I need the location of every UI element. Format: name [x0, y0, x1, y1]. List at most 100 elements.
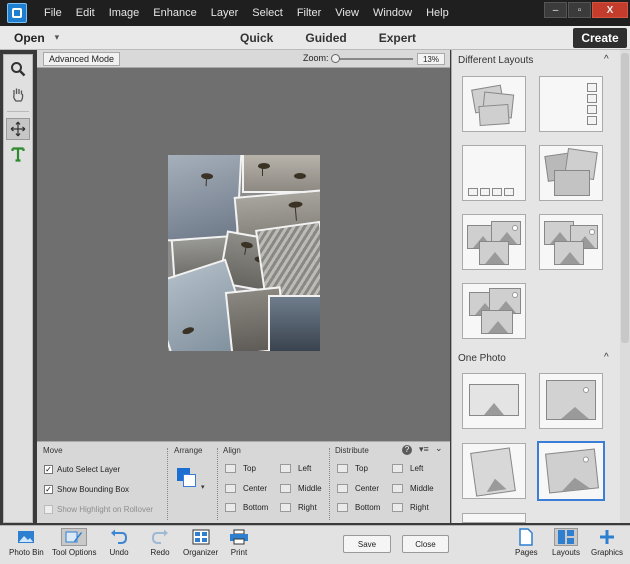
chevron-down-icon[interactable]: ▾ [201, 483, 205, 491]
checkbox-checked-icon[interactable]: ✓ [44, 485, 53, 494]
distribute-top-button[interactable]: Top [337, 464, 368, 473]
layouts-panel: Different Layouts ^ One Photo ^ [451, 50, 630, 523]
create-button[interactable]: Create [573, 28, 627, 48]
layout-thumb-1[interactable] [462, 76, 526, 132]
layout-thumb-2[interactable] [539, 76, 603, 132]
maximize-button[interactable]: ▫ [568, 2, 591, 18]
layout-thumb-3[interactable] [462, 145, 526, 201]
one-photo-thumb-3[interactable] [462, 443, 526, 499]
undo-button[interactable]: Undo [109, 528, 129, 557]
one-photo-thumb-4-selected[interactable] [537, 441, 605, 501]
panel-scrollbar-thumb[interactable] [621, 53, 629, 343]
arrange-layers-icon[interactable] [177, 468, 197, 488]
type-tool-icon[interactable] [6, 143, 30, 165]
distribute-section-title: Distribute [335, 446, 369, 455]
save-button[interactable]: Save [343, 535, 391, 553]
tab-quick[interactable]: Quick [240, 31, 273, 45]
distribute-left-button[interactable]: Left [392, 464, 423, 473]
window-controls: – ▫ X [544, 2, 628, 18]
distribute-left-label: Left [410, 464, 424, 473]
open-button[interactable]: Open [14, 31, 45, 45]
menu-file[interactable]: File [37, 7, 69, 19]
layout-thumb-6[interactable] [539, 214, 603, 270]
layout-thumb-5[interactable] [462, 214, 526, 270]
move-tool-icon[interactable] [6, 118, 30, 140]
distribute-center-button[interactable]: Center [337, 484, 379, 493]
menu-help[interactable]: Help [419, 7, 456, 19]
tools-panel [3, 54, 33, 523]
distribute-middle-icon [392, 484, 403, 493]
menu-enhance[interactable]: Enhance [146, 7, 203, 19]
show-bounding-box-checkbox[interactable]: ✓ Show Bounding Box [44, 485, 129, 494]
organizer-button[interactable]: Organizer [183, 528, 218, 557]
photo-bin-button[interactable]: Photo Bin [9, 528, 44, 557]
checkbox-checked-icon[interactable]: ✓ [44, 465, 53, 474]
pages-button[interactable]: Pages [515, 528, 538, 557]
zoom-slider[interactable] [335, 58, 413, 60]
collage-photo-9[interactable] [268, 295, 320, 351]
distribute-middle-label: Middle [410, 484, 434, 493]
align-center-button[interactable]: Center [225, 484, 267, 493]
distribute-middle-button[interactable]: Middle [392, 484, 434, 493]
align-middle-button[interactable]: Middle [280, 484, 322, 493]
menu-select[interactable]: Select [245, 7, 290, 19]
close-window-button[interactable]: X [592, 2, 628, 18]
distribute-left-icon [392, 464, 403, 473]
zoom-value-field[interactable]: 13% [417, 53, 445, 65]
menu-image[interactable]: Image [102, 7, 147, 19]
print-button[interactable]: Print [229, 528, 249, 557]
help-icon[interactable]: ? [402, 445, 412, 455]
menu-bar: File Edit Image Enhance Layer Select Fil… [0, 0, 630, 26]
distribute-bottom-button[interactable]: Bottom [337, 503, 380, 512]
auto-select-layer-checkbox[interactable]: ✓ Auto Select Layer [44, 465, 120, 474]
tab-expert[interactable]: Expert [379, 31, 416, 45]
hand-tool-icon[interactable] [6, 83, 30, 105]
menu-view[interactable]: View [328, 7, 366, 19]
move-section-title: Move [43, 446, 63, 455]
close-button[interactable]: Close [402, 535, 449, 553]
chevron-up-icon[interactable]: ^ [604, 54, 609, 65]
panel-menu-icon[interactable]: ▾≡ [419, 444, 429, 455]
tab-guided[interactable]: Guided [305, 31, 346, 45]
options-divider [217, 448, 218, 520]
menu-filter[interactable]: Filter [290, 7, 328, 19]
advanced-mode-button[interactable]: Advanced Mode [43, 51, 121, 66]
arrange-section-title: Arrange [174, 446, 203, 455]
distribute-top-label: Top [355, 464, 368, 473]
undo-label: Undo [109, 548, 129, 557]
organizer-icon [191, 528, 211, 546]
chevron-up-icon[interactable]: ^ [604, 352, 609, 363]
layout-thumb-4[interactable] [539, 145, 603, 201]
collage-photo-2[interactable] [242, 155, 320, 193]
align-bottom-button[interactable]: Bottom [225, 503, 268, 512]
chevron-down-icon[interactable]: ⌄ [435, 443, 443, 454]
distribute-right-button[interactable]: Right [392, 503, 429, 512]
layouts-button[interactable]: Layouts [552, 528, 580, 557]
graphics-button[interactable]: Graphics [591, 528, 623, 557]
layouts-label: Layouts [552, 548, 581, 557]
canvas-scrollbar[interactable] [438, 68, 450, 441]
photo-bin-label: Photo Bin [9, 548, 44, 557]
photo-collage-document[interactable] [168, 155, 320, 351]
minimize-button[interactable]: – [544, 2, 567, 18]
align-left-label: Left [298, 464, 312, 473]
zoom-slider-thumb[interactable] [331, 54, 340, 63]
align-right-button[interactable]: Right [280, 503, 317, 512]
pages-label: Pages [515, 548, 538, 557]
one-photo-thumb-1[interactable] [462, 373, 526, 429]
chevron-down-icon[interactable]: ▾ [55, 32, 60, 43]
panel-scrollbar[interactable] [620, 50, 630, 523]
distribute-right-icon [392, 503, 403, 512]
menu-layer[interactable]: Layer [204, 7, 246, 19]
show-highlight-on-rollover-checkbox: Show Highlight on Rollover [44, 505, 153, 514]
tool-options-button[interactable]: Tool Options [52, 528, 96, 557]
one-photo-thumb-5[interactable] [462, 513, 526, 523]
align-left-button[interactable]: Left [280, 464, 311, 473]
redo-button[interactable]: Redo [150, 528, 170, 557]
layout-thumb-7[interactable] [462, 283, 526, 339]
menu-window[interactable]: Window [366, 7, 419, 19]
zoom-tool-icon[interactable] [6, 58, 30, 80]
menu-edit[interactable]: Edit [69, 7, 102, 19]
one-photo-thumb-2[interactable] [539, 373, 603, 429]
align-top-button[interactable]: Top [225, 464, 256, 473]
